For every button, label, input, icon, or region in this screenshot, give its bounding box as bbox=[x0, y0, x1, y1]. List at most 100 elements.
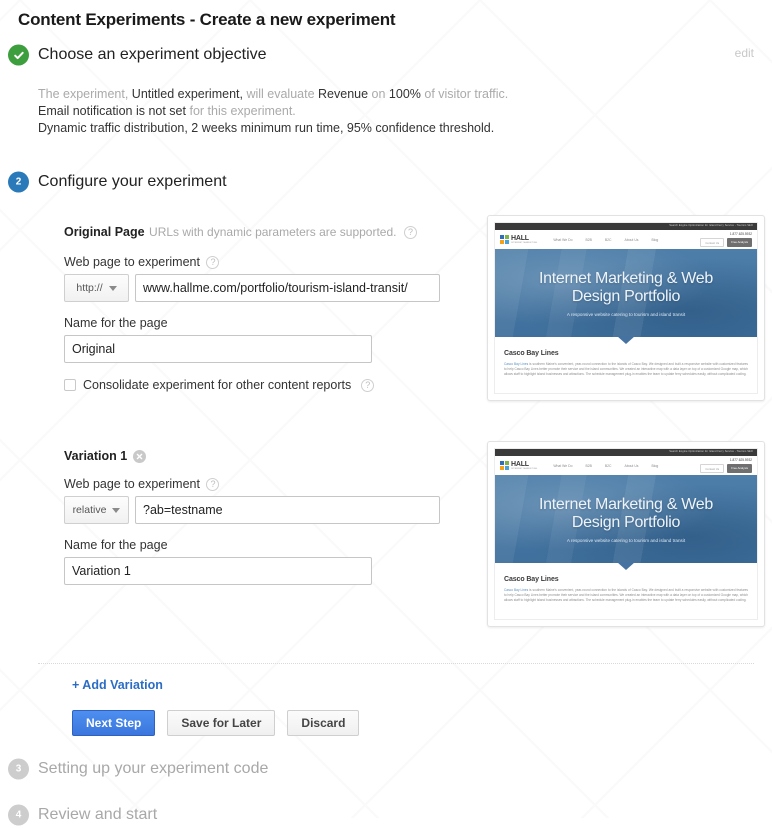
thumb-nav-buttons-2: Contact Us Free Analysis bbox=[700, 464, 752, 473]
summary-segment-1-0: The experiment, bbox=[38, 87, 132, 101]
summary-segment-1-1: Untitled experiment, bbox=[131, 87, 243, 101]
summary-segment-1-6: of visitor traffic. bbox=[420, 87, 509, 101]
hall-logo-icon-1: HALL INTERNET MARKETING bbox=[500, 235, 537, 244]
thumbnail-inner-1: Search Engine Optimization for Island Fe… bbox=[494, 222, 758, 394]
thumb-hero-2: Internet Marketing & Web Design Portfoli… bbox=[495, 475, 757, 570]
help-icon-original-url[interactable]: ? bbox=[206, 256, 220, 269]
chevron-down-icon bbox=[108, 285, 117, 291]
thumb-nav-1: HALL INTERNET MARKETING What We Do B2B B… bbox=[495, 230, 757, 249]
thumb-nav-link-2-b: B2C bbox=[604, 463, 612, 468]
thumb-nav-link-0-b: What We Do bbox=[553, 463, 573, 468]
thumb-nav-link-3: About Us bbox=[624, 237, 639, 242]
thumb-hero-line1-1: Internet Marketing & Web bbox=[539, 269, 713, 287]
thumb-nav-link-1-b: B2B bbox=[585, 463, 592, 468]
edit-link[interactable]: edit bbox=[735, 46, 754, 60]
thumb-hero-title-1: Internet Marketing & Web Design Portfoli… bbox=[539, 270, 713, 306]
summary-segment-1-4: on bbox=[368, 87, 389, 101]
step-2-header: 2 Configure your experiment bbox=[8, 169, 772, 195]
add-variation-link[interactable]: + Add Variation bbox=[72, 678, 163, 692]
original-page-thumbnail[interactable]: Search Engine Optimization for Island Fe… bbox=[487, 215, 765, 401]
chevron-down-icon-variation bbox=[112, 507, 121, 513]
thumb-hero-1: Internet Marketing & Web Design Portfoli… bbox=[495, 249, 757, 344]
summary-segment-1-5: 100% bbox=[388, 87, 421, 101]
thumb-topbar-2: Search Engine Optimization for Island Fe… bbox=[495, 449, 757, 456]
help-icon-consolidate[interactable]: ? bbox=[361, 378, 375, 392]
thumb-contact-button-2: Contact Us bbox=[700, 464, 725, 473]
consolidate-label: Consolidate experiment for other content… bbox=[83, 378, 352, 392]
section-divider bbox=[38, 663, 754, 664]
logo-sub-2: INTERNET MARKETING bbox=[511, 467, 538, 470]
variation-url-input[interactable]: ?ab=testname bbox=[135, 496, 440, 524]
remove-icon[interactable] bbox=[133, 449, 147, 463]
help-icon-variation-url[interactable]: ? bbox=[206, 478, 220, 491]
thumbnail-inner-2: Search Engine Optimization for Island Fe… bbox=[494, 448, 758, 620]
consolidate-checkbox[interactable] bbox=[64, 379, 76, 391]
thumb-analysis-button-2: Free Analysis bbox=[727, 464, 752, 473]
logo-text-1: HALL bbox=[511, 234, 529, 242]
thumb-nav-right-1: 1.877.625.5932 Contact Us Free Analysis bbox=[700, 232, 752, 247]
original-page-heading: Original Page bbox=[64, 225, 145, 239]
variation-name-input[interactable]: Variation 1 bbox=[64, 557, 372, 585]
thumb-phone-1: 1.877.625.5932 bbox=[729, 232, 752, 236]
step-2-title: Configure your experiment bbox=[38, 173, 227, 190]
thumb-phone-2: 1.877.625.5932 bbox=[729, 458, 752, 462]
help-icon-original[interactable]: ? bbox=[403, 226, 417, 239]
thumb-topbar-tag-2: Search Engine Optimization for Island Fe… bbox=[669, 450, 753, 453]
step-1-title: Choose an experiment objective bbox=[38, 46, 267, 63]
thumb-body-heading-1: Casco Bay Lines bbox=[504, 350, 559, 357]
experiment-summary: The experiment, Untitled experiment, wil… bbox=[38, 68, 772, 143]
thumb-nav-link-2: B2C bbox=[604, 237, 612, 242]
thumb-analysis-button-1: Free Analysis bbox=[727, 238, 752, 247]
original-url-input[interactable]: www.hallme.com/portfolio/tourism-island-… bbox=[135, 274, 440, 302]
step-3-title: Setting up your experiment code bbox=[38, 760, 269, 777]
thumb-topbar-1: Search Engine Optimization for Island Fe… bbox=[495, 223, 757, 230]
original-page-note: URLs with dynamic parameters are support… bbox=[149, 225, 397, 239]
discard-button[interactable]: Discard bbox=[287, 710, 360, 736]
hall-logo-icon-2: HALL INTERNET MARKETING bbox=[500, 461, 537, 470]
next-step-button[interactable]: Next Step bbox=[72, 710, 156, 736]
summary-segment-3-0: Dynamic traffic distribution, 2 weeks mi… bbox=[38, 121, 495, 135]
original-url-label: Web page to experiment bbox=[64, 255, 200, 269]
variation-panel: Variation 1 Web page to experiment ? rel… bbox=[38, 441, 772, 649]
thumb-body-link-2: Casco Bay Lines bbox=[504, 588, 529, 592]
logo-squares-1 bbox=[500, 234, 509, 244]
thumb-hero-line1-2: Internet Marketing & Web bbox=[539, 495, 713, 513]
original-page-panel: Original Page URLs with dynamic paramete… bbox=[38, 215, 772, 423]
configure-body: Original Page URLs with dynamic paramete… bbox=[38, 195, 772, 736]
create-experiment-page: Content Experiments - Create a new exper… bbox=[0, 0, 772, 828]
thumb-contact-button-1: Contact Us bbox=[700, 238, 725, 247]
action-buttons: Next Step Save for Later Discard bbox=[72, 710, 772, 736]
page-title: Content Experiments - Create a new exper… bbox=[18, 10, 396, 29]
original-name-input[interactable]: Original bbox=[64, 335, 372, 363]
thumb-nav-link-4-b: Blog bbox=[651, 463, 659, 468]
variation-protocol-select[interactable]: relative bbox=[64, 496, 129, 524]
variation-url-value: ?ab=testname bbox=[143, 503, 223, 517]
variation-heading: Variation 1 bbox=[64, 449, 128, 463]
step-3-badge: 3 bbox=[8, 758, 29, 780]
save-for-later-button[interactable]: Save for Later bbox=[167, 710, 276, 736]
summary-segment-1-3: Revenue bbox=[318, 87, 369, 101]
step-4-header[interactable]: 4 Review and start bbox=[8, 802, 772, 828]
thumb-nav-link-0: What We Do bbox=[553, 237, 573, 242]
original-protocol-select[interactable]: http:// bbox=[64, 274, 129, 302]
step-1-objective: Choose an experiment objective edit The … bbox=[0, 42, 772, 143]
variation-page-thumbnail[interactable]: Search Engine Optimization for Island Fe… bbox=[487, 441, 765, 627]
step-3-code[interactable]: 3 Setting up your experiment code bbox=[0, 756, 772, 782]
thumb-nav-link-4: Blog bbox=[651, 237, 659, 242]
chevron-down-icon-hero-2 bbox=[617, 562, 635, 570]
original-url-value: www.hallme.com/portfolio/tourism-island-… bbox=[143, 281, 408, 295]
thumb-hero-sub-1: A responsive website catering to tourism… bbox=[566, 311, 686, 317]
thumb-hero-line2-1: Design Portfolio bbox=[571, 287, 681, 305]
step-3-header[interactable]: 3 Setting up your experiment code bbox=[8, 756, 772, 782]
step-4-review[interactable]: 4 Review and start bbox=[0, 802, 772, 828]
thumb-nav-buttons-1: Contact Us Free Analysis bbox=[700, 238, 752, 247]
thumb-nav-right-2: 1.877.625.5932 Contact Us Free Analysis bbox=[700, 458, 752, 473]
thumb-body-text-2: Casco Bay Lines is southern Maine's conv… bbox=[504, 588, 748, 603]
summary-line-1: The experiment, Untitled experiment, wil… bbox=[38, 86, 772, 103]
thumb-body-text-1: Casco Bay Lines is southern Maine's conv… bbox=[504, 362, 748, 377]
step-1-header[interactable]: Choose an experiment objective edit bbox=[8, 42, 772, 68]
summary-segment-2-0: Email notification is not set bbox=[38, 104, 186, 118]
check-icon bbox=[8, 44, 29, 66]
variation-protocol-value: relative bbox=[72, 504, 107, 516]
step-2-badge: 2 bbox=[8, 171, 29, 193]
